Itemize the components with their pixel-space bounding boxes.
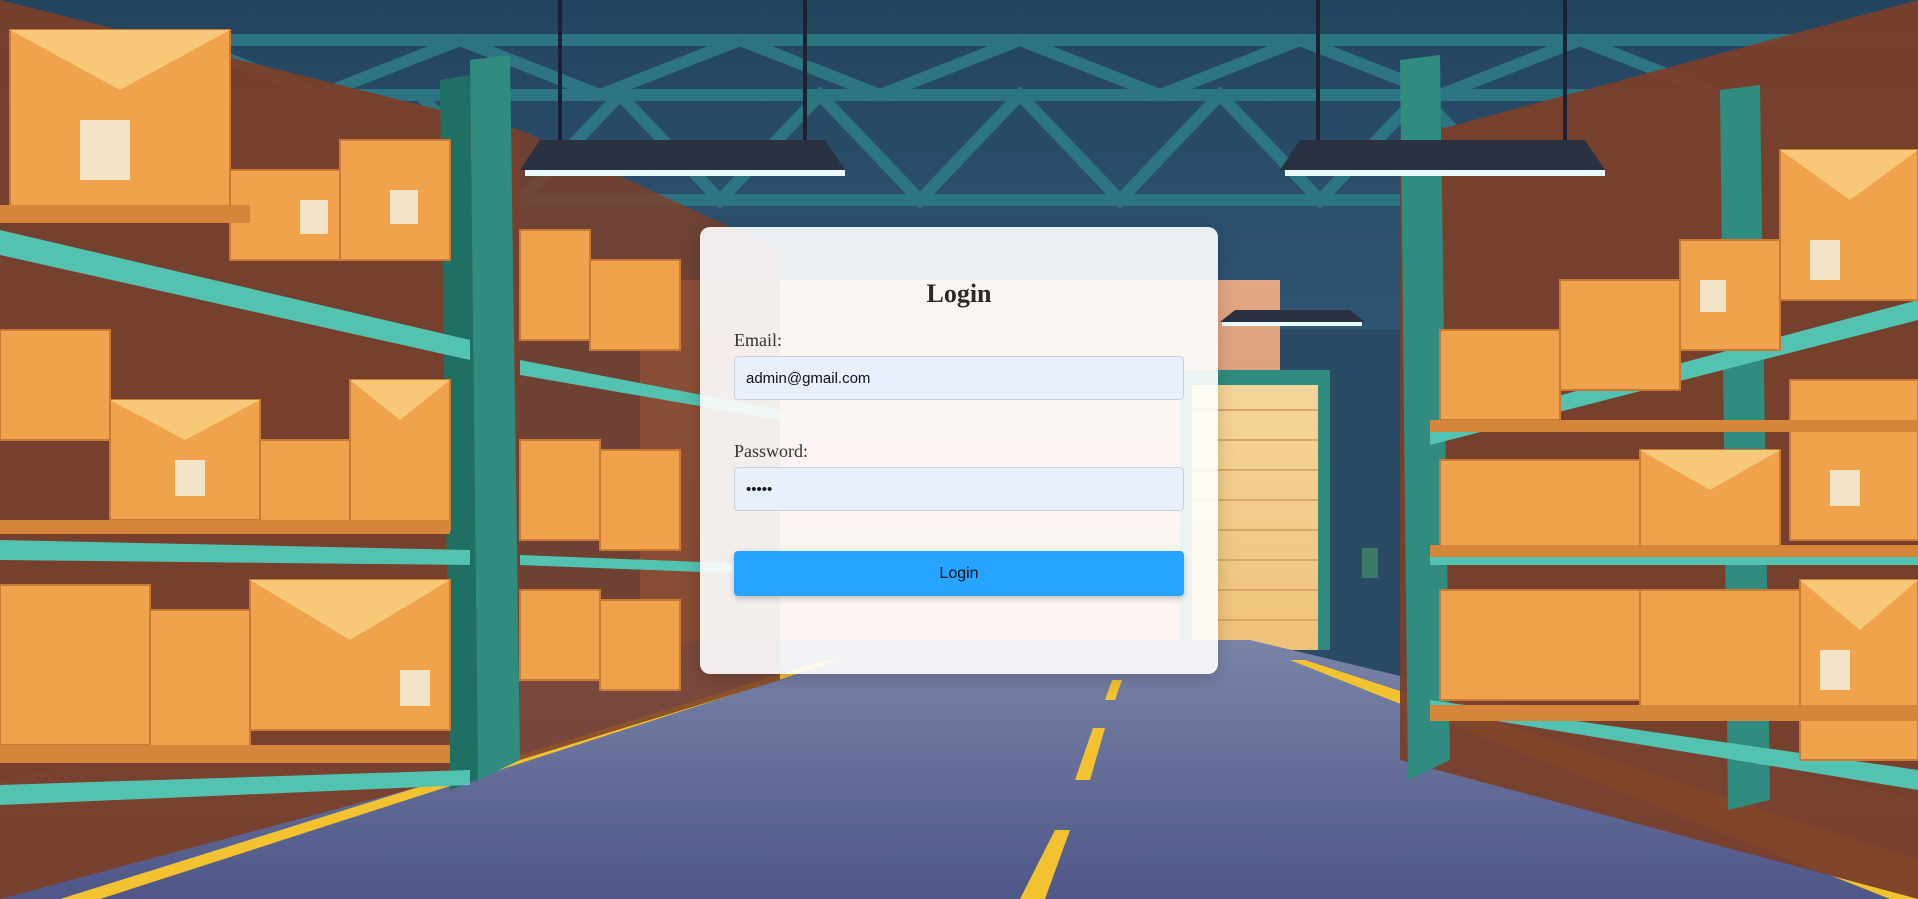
email-label: Email: xyxy=(734,330,782,350)
login-button[interactable]: Login xyxy=(734,551,1184,596)
password-label: Password: xyxy=(734,441,809,461)
login-card: Login Email: Password: Login xyxy=(700,227,1218,674)
password-input[interactable] xyxy=(734,467,1184,511)
email-input[interactable] xyxy=(734,356,1184,400)
login-title: Login xyxy=(926,279,992,308)
